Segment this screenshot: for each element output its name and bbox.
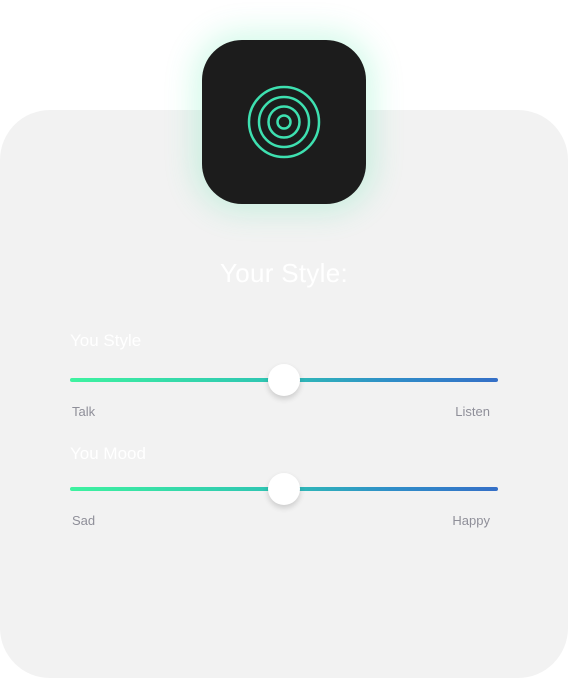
screen: Your Style: You Style Talk Listen You Mo…	[0, 0, 568, 678]
style-slider-thumb[interactable]	[268, 364, 300, 396]
concentric-rings-icon	[247, 85, 321, 159]
page-title: Your Style:	[219, 258, 349, 288]
style-slider-min-label: Talk	[72, 404, 96, 419]
mood-slider-thumb[interactable]	[268, 473, 300, 505]
app-icon	[202, 40, 366, 204]
mood-slider-min-label: Sad	[72, 513, 96, 528]
mood-slider-label: You Mood	[70, 444, 146, 463]
style-slider-label: You Style	[70, 331, 142, 350]
mood-slider-max-label: Happy	[452, 513, 490, 528]
style-slider-max-label: Listen	[455, 404, 490, 419]
